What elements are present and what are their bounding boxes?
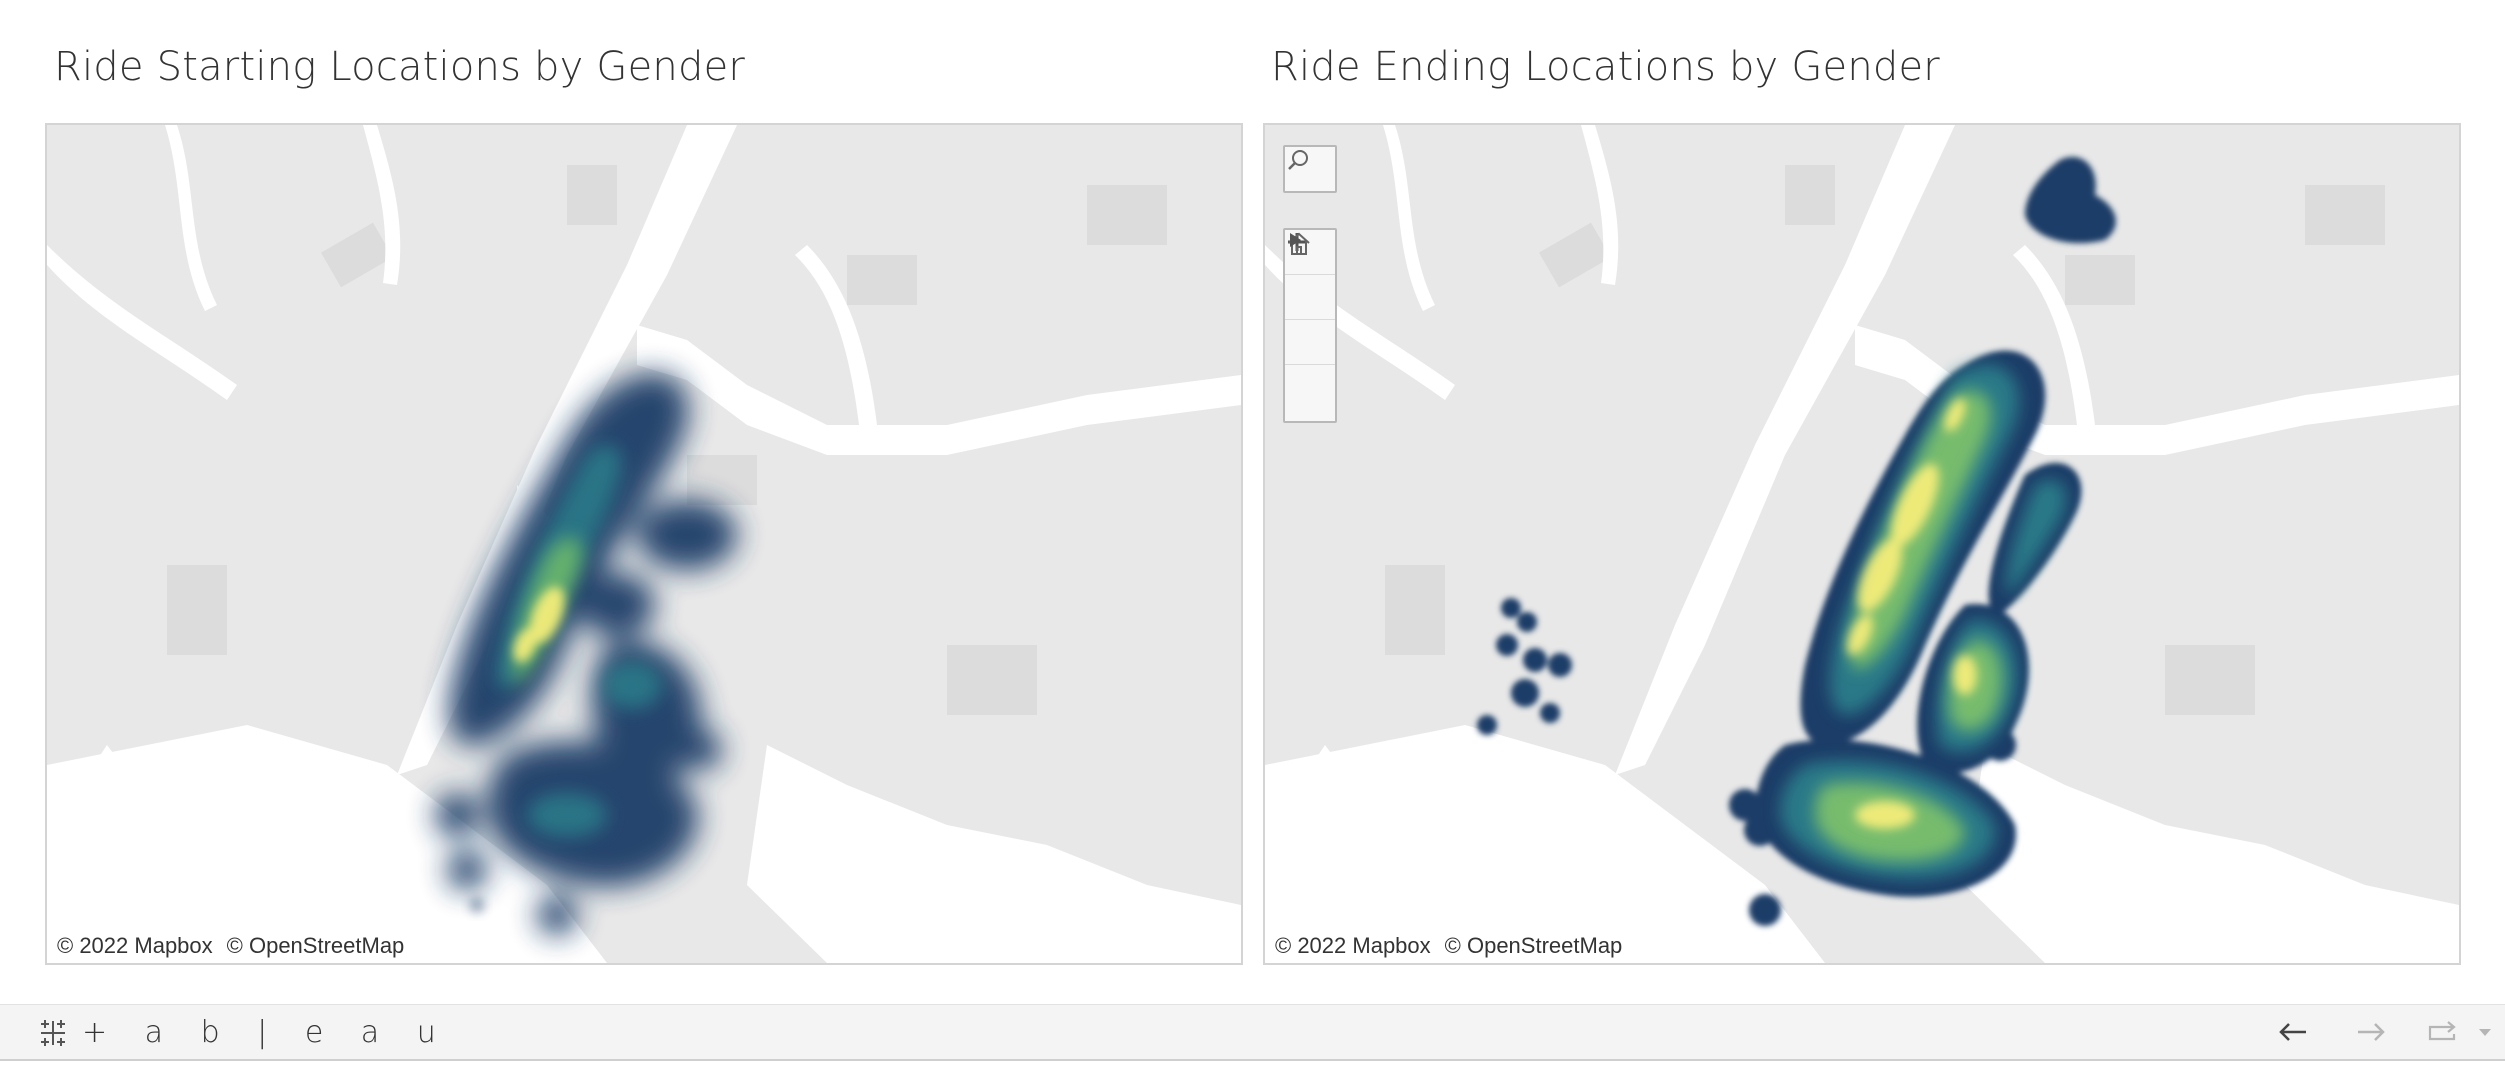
redo-button[interactable] xyxy=(2351,1015,2391,1049)
redo-arrow-icon xyxy=(2358,1023,2385,1041)
density-map-end xyxy=(1265,125,2459,963)
revert-icon xyxy=(2428,1021,2456,1041)
map-zoom-controls xyxy=(1283,228,1337,423)
home-icon[interactable] xyxy=(1285,232,1335,364)
tableau-toolbar: + a b | e a u xyxy=(0,1004,2505,1061)
map-attribution-start: © 2022 Mapbox © OpenStreetMap xyxy=(53,931,423,961)
map-search-control xyxy=(1283,145,1337,193)
tableau-wordmark: + a b | e a u xyxy=(82,1015,450,1050)
map-attribution-end: © 2022 Mapbox © OpenStreetMap xyxy=(1271,931,1641,961)
density-map-start xyxy=(47,125,1241,963)
mapbox-credit[interactable]: © 2022 Mapbox xyxy=(57,933,213,958)
dropdown-caret-icon xyxy=(2479,1029,2491,1036)
map-start-locations[interactable]: © 2022 Mapbox © OpenStreetMap xyxy=(45,123,1243,965)
openstreetmap-credit[interactable]: © OpenStreetMap xyxy=(227,933,405,958)
tableau-logo[interactable]: + a b | e a u xyxy=(36,1015,450,1050)
sheet-title-end: Ride Ending Locations by Gender xyxy=(1271,44,1940,90)
search-icon[interactable] xyxy=(1285,147,1335,191)
undo-arrow-icon xyxy=(2279,1023,2306,1041)
mapbox-credit[interactable]: © 2022 Mapbox xyxy=(1275,933,1431,958)
pan-arrow-icon[interactable] xyxy=(1285,233,1335,421)
zoom-out-icon[interactable] xyxy=(1285,240,1335,319)
map-end-locations[interactable]: © 2022 Mapbox © OpenStreetMap xyxy=(1263,123,2461,965)
revert-button[interactable] xyxy=(2423,1015,2463,1049)
openstreetmap-credit[interactable]: © OpenStreetMap xyxy=(1445,933,1623,958)
share-dropdown-button[interactable] xyxy=(2470,1015,2500,1049)
tableau-mark-icon xyxy=(41,1019,65,1046)
undo-button[interactable] xyxy=(2273,1015,2313,1049)
sheet-title-start: Ride Starting Locations by Gender xyxy=(54,44,746,90)
